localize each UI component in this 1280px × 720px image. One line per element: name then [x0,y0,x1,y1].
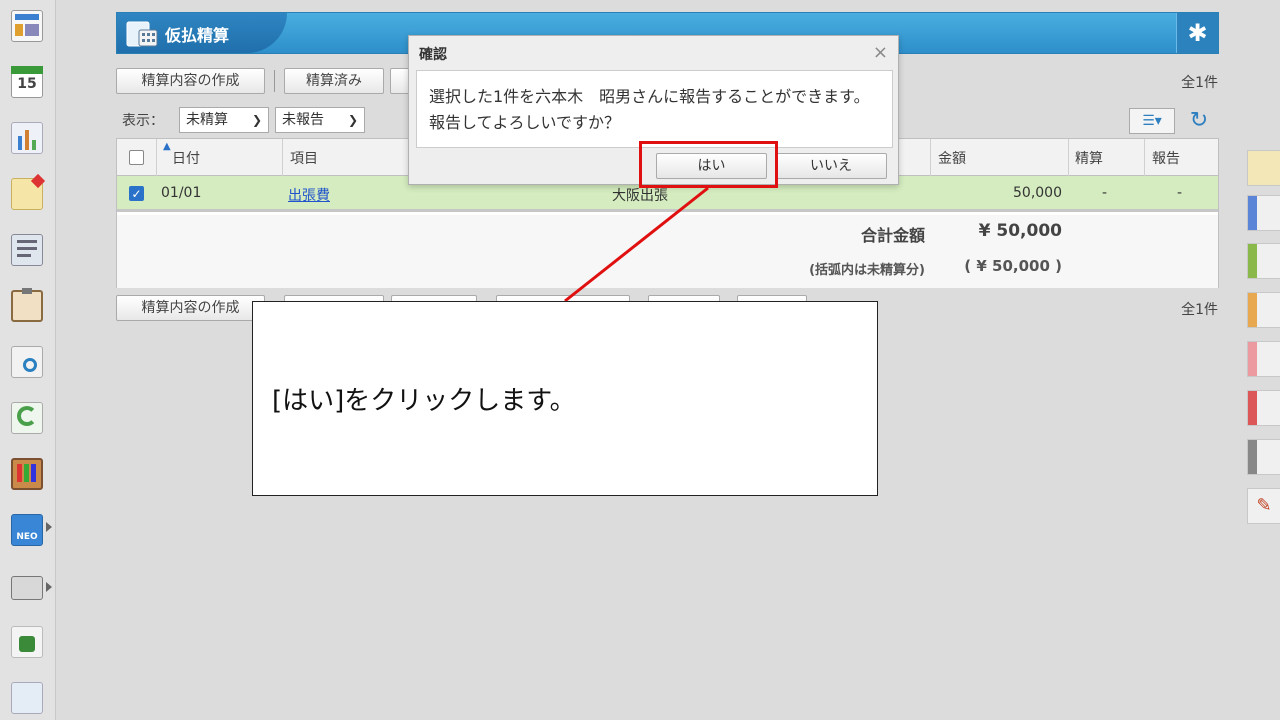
chevron-down-icon: ❯ [251,113,262,127]
row-amount: 50,000 [1013,185,1062,201]
close-icon[interactable]: × [873,42,888,63]
walk-app-icon[interactable] [9,624,45,660]
table-summary: 合計金額 ¥ 50,000 (括弧内は未精算分) ( ¥ 50,000 ) [117,215,1218,288]
color-tab-blue[interactable] [1247,195,1280,231]
search-document-icon[interactable] [9,344,45,380]
expand-arrow-icon[interactable] [46,582,52,592]
callout-text: [はい]をクリックします。 [272,386,576,416]
document-board-icon[interactable] [9,232,45,268]
item-count-bottom: 全1件 [1181,302,1218,318]
highlight-box [639,141,778,188]
folder-icon[interactable] [9,568,45,604]
color-tab-pink[interactable] [1247,341,1280,377]
color-tab-gray[interactable] [1247,439,1280,475]
page-title: 仮払精算 [165,26,230,45]
calendar-icon[interactable]: 15 [9,64,45,100]
settle-status-select[interactable]: 未精算 ❯ [179,107,269,133]
row-date: 01/01 [161,185,202,201]
cabinet-icon[interactable] [9,456,45,492]
total-value: ¥ 50,000 [978,221,1062,241]
settled-button[interactable]: 精算済み [284,68,384,94]
create-settlement-button[interactable]: 精算内容の作成 [116,68,265,94]
column-header-item[interactable]: 項目 [290,148,318,168]
color-tab-orange[interactable] [1247,292,1280,328]
column-header-date[interactable]: 日付 [172,148,200,168]
calculator-icon [125,18,159,48]
row-checkbox[interactable]: ✓ [129,186,144,201]
chart-report-icon[interactable] [9,120,45,156]
row-settle-status: - [1102,185,1108,201]
column-header-report[interactable]: 報告 [1152,148,1180,168]
column-divider [282,139,283,176]
report-status-value: 未報告 [282,112,324,128]
list-menu-icon: ☰▾ [1142,113,1162,129]
unsettled-label: (括弧内は未精算分) [809,263,925,278]
row-item-link[interactable]: 出張費 [288,185,330,205]
pencil-icon[interactable]: ✎ [1247,488,1280,524]
gear-icon: ✱ [1187,19,1208,47]
memo-icon[interactable] [9,173,46,212]
external-app-icon[interactable] [9,680,45,716]
left-app-rail: 15 NEO [0,0,56,720]
dialog-title: 確認 [419,47,447,63]
toolbar-separator [274,70,275,92]
total-label: 合計金額 [860,226,925,245]
note-tab-icon[interactable] [1247,150,1280,186]
filter-label: 表示： [122,113,164,129]
instruction-callout: [はい]をクリックします。 [252,301,878,496]
color-tab-green[interactable] [1247,243,1280,279]
column-header-amount[interactable]: 金額 [938,148,966,168]
unsettled-value: ( ¥ 50,000 ) [964,257,1062,275]
column-divider [156,139,157,176]
expand-arrow-icon[interactable] [46,522,52,532]
neo-icon[interactable]: NEO [9,512,45,548]
view-options-button[interactable]: ☰▾ [1129,108,1175,134]
no-button[interactable]: いいえ [775,153,887,179]
create-settlement-button-bottom[interactable]: 精算内容の作成 [116,295,265,321]
row-report-status: - [1177,185,1183,201]
settings-button[interactable]: ✱ [1176,13,1218,53]
report-status-select[interactable]: 未報告 ❯ [275,107,365,133]
sort-up-icon: ▲ [163,141,171,152]
refresh-button[interactable]: ↻ [1185,108,1213,134]
row-note: 大阪出張 [612,188,668,204]
column-header-settle[interactable]: 精算 [1075,148,1103,168]
column-divider [1144,139,1145,176]
chevron-down-icon: ❯ [347,113,358,127]
color-tab-red[interactable] [1247,390,1280,426]
workflow-icon[interactable] [9,400,45,436]
clipboard-icon[interactable] [9,288,45,324]
column-divider [1068,139,1069,176]
item-count: 全1件 [1181,75,1218,91]
select-all-checkbox[interactable] [129,150,144,165]
refresh-icon: ↻ [1189,108,1209,133]
dialog-message: 選択した1件を六本木 昭男さんに報告することができます。報告してよろしいですか？ [416,70,893,148]
portal-icon[interactable] [9,8,45,44]
settle-status-value: 未精算 [186,112,228,128]
column-divider [930,139,931,176]
